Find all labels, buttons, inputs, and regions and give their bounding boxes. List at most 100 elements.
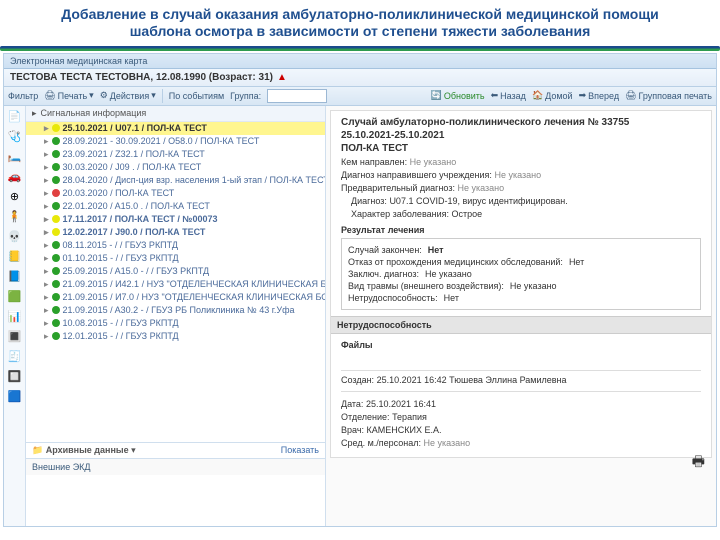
side-icon-bar: 📄 🩺 🛏️ 🚗 ⊕ 🧍 💀 📒 📘 🟩 📊 🔳 🧾 🔲 🟦 [4, 106, 26, 526]
tree-item-label: 01.10.2015 - / / ГБУЗ РКПТД [63, 253, 179, 263]
refresh-label: Обновить [444, 91, 485, 101]
status-dot-icon [52, 306, 60, 314]
tree-item-label: 28.04.2020 / Дисп-ция взр. населения 1-ы… [63, 175, 325, 185]
tree-item[interactable]: ▸21.09.2015 / И42.1 / НУЗ "ОТДЕЛЕНЧЕСКАЯ… [26, 278, 325, 291]
expand-icon: ▸ [44, 240, 49, 251]
diag-ref-value: Не указано [494, 170, 541, 180]
show-link[interactable]: Показать [281, 445, 319, 456]
case-title-3: ПОЛ-КА ТЕСТ [341, 143, 701, 154]
tree-list: ▸25.10.2021 / U07.1 / ПОЛ-КА ТЕСТ▸28.09.… [26, 122, 325, 343]
doctor-label: Врач: [341, 425, 364, 435]
forward-button[interactable]: ➡ Вперед [579, 90, 620, 101]
expand-icon: ▸ [44, 292, 49, 303]
tree-item[interactable]: ▸25.10.2021 / U07.1 / ПОЛ-КА ТЕСТ [26, 122, 325, 135]
tree-item-label: 21.09.2015 / И42.1 / НУЗ "ОТДЕЛЕНЧЕСКАЯ … [63, 279, 325, 289]
tree-item[interactable]: ▸21.09.2015 / A30.2 - / ГБУЗ РБ Поликлин… [26, 304, 325, 317]
print-label: Печать [58, 91, 87, 101]
result-box: Случай закончен: Нет Отказ от прохождени… [341, 238, 701, 310]
tree-item[interactable]: ▸ 08.11.2015 - / / ГБУЗ РКПТД [26, 239, 325, 252]
tree-item[interactable]: ▸ 25.09.2015 / A15.0 - / / ГБУЗ РКПТД [26, 265, 325, 278]
back-button[interactable]: ⬅ Назад [491, 90, 526, 101]
tree-item[interactable]: ▸ 28.04.2020 / Дисп-ция взр. населения 1-… [26, 174, 325, 187]
status-dot-icon [52, 254, 60, 262]
trauma-label: Вид травмы (внешнего воздействия): [348, 281, 504, 291]
side-icon[interactable]: 🚗 [6, 168, 24, 186]
group-print-button[interactable]: 🖨 Групповая печать [625, 90, 712, 101]
expand-icon: ▸ [44, 266, 49, 277]
warning-icon: ▲ [277, 72, 287, 83]
doctor-value: КАМЕНСКИХ Е.А. [367, 425, 442, 435]
created-label: Создан: [341, 375, 374, 385]
side-icon[interactable]: ⊕ [6, 188, 24, 206]
tree-item-label: 25.10.2021 / U07.1 / ПОЛ-КА ТЕСТ [63, 123, 207, 133]
actions-button[interactable]: ⚙ Действия▾ [100, 90, 156, 101]
expand-icon: ▸ [44, 175, 49, 186]
side-icon[interactable]: 🧾 [6, 348, 24, 366]
status-dot-icon [52, 163, 60, 171]
printer-icon[interactable]: 🖶 [692, 451, 705, 475]
tree-item[interactable]: ▸28.09.2021 - 30.09.2021 / O58.0 / ПОЛ-К… [26, 135, 325, 148]
prediag-label: Предварительный диагноз: [341, 183, 455, 193]
tree-item[interactable]: ▸21.09.2015 / И7.0 / НУЗ "ОТДЕЛЕНЧЕСКАЯ … [26, 291, 325, 304]
tree-item[interactable]: ▸30.03.2020 / J09 . / ПОЛ-КА ТЕСТ [26, 161, 325, 174]
print-button[interactable]: 🖨 Печать▾ [44, 90, 93, 101]
side-icon[interactable]: 📄 [6, 108, 24, 126]
tree-item[interactable]: ▸12.02.2017 / J90.0 / ПОЛ-КА ТЕСТ [26, 226, 325, 239]
tree-item[interactable]: ▸17.11.2017 / ПОЛ-КА ТЕСТ / №00073 [26, 213, 325, 226]
filter-button[interactable]: Фильтр [8, 91, 38, 101]
trauma-value: Не указано [510, 281, 557, 291]
divider-bar [0, 46, 720, 51]
tree-item[interactable]: ▸23.09.2021 / Z32.1 / ПОЛ-КА ТЕСТ [26, 148, 325, 161]
home-label: Домой [545, 91, 572, 101]
expand-icon: ▸ [44, 214, 49, 225]
tree-item[interactable]: ▸22.01.2020 / A15.0 . / ПОЛ-КА ТЕСТ [26, 200, 325, 213]
side-icon[interactable]: 📘 [6, 268, 24, 286]
tree-item-label: 08.11.2015 - / / ГБУЗ РКПТД [63, 240, 178, 250]
side-icon[interactable]: 🟦 [6, 388, 24, 406]
group-dropdown[interactable] [267, 89, 327, 103]
dept-label: Отделение: [341, 412, 390, 422]
side-icon[interactable]: 🧍 [6, 208, 24, 226]
char-value: Острое [452, 209, 483, 219]
side-icon[interactable]: 🔲 [6, 368, 24, 386]
tree-item-label: 20.03.2020 / ПОЛ-КА ТЕСТ [63, 188, 175, 198]
tree-item-label: 23.09.2021 / Z32.1 / ПОЛ-КА ТЕСТ [63, 149, 205, 159]
disability-label: Нетрудоспособность: [348, 293, 438, 303]
side-icon[interactable]: 💀 [6, 228, 24, 246]
side-icon[interactable]: 🛏️ [6, 148, 24, 166]
app-header: Электронная медицинская карта [4, 54, 716, 69]
tree-item[interactable]: ▸12.01.2015 - / / ГБУЗ РКПТД [26, 330, 325, 343]
expand-icon: ▸ [44, 136, 49, 147]
tree-item[interactable]: ▸10.08.2015 - / / ГБУЗ РКПТД [26, 317, 325, 330]
status-dot-icon [52, 150, 60, 158]
tree-item-label: 25.09.2015 / A15.0 - / / ГБУЗ РКПТД [63, 266, 210, 276]
status-dot-icon [52, 202, 60, 210]
tree-heading[interactable]: ▸ Сигнальная информация [26, 106, 325, 122]
tree-heading-label: Сигнальная информация [41, 108, 147, 118]
forward-label: Вперед [588, 91, 619, 101]
side-icon[interactable]: 🟩 [6, 288, 24, 306]
kem-label: Кем направлен: [341, 157, 407, 167]
external-row[interactable]: Внешние ЭКД [26, 458, 325, 475]
status-dot-icon [52, 137, 60, 145]
by-events-button[interactable]: По событиям [169, 91, 224, 101]
tree-item[interactable]: ▸01.10.2015 - / / ГБУЗ РКПТД [26, 252, 325, 265]
home-button[interactable]: 🏠 Домой [532, 90, 573, 101]
side-icon[interactable]: 📒 [6, 248, 24, 266]
files-heading: Файлы [341, 340, 701, 350]
tree-item-label: 22.01.2020 / A15.0 . / ПОЛ-КА ТЕСТ [63, 201, 210, 211]
side-icon[interactable]: 🔳 [6, 328, 24, 346]
expand-icon: ▸ [32, 108, 37, 119]
disability-heading[interactable]: Нетрудоспособность [331, 316, 711, 334]
refresh-button[interactable]: 🔄 Обновить [431, 90, 485, 101]
expand-icon: ▸ [44, 305, 49, 316]
patient-bar: ТЕСТОВА ТЕСТА ТЕСТОВНА, 12.08.1990 (Возр… [4, 69, 716, 87]
archive-row[interactable]: 📁 Архивные данные ▾ Показать [26, 442, 325, 458]
status-dot-icon [52, 189, 60, 197]
tree-item[interactable]: ▸20.03.2020 / ПОЛ-КА ТЕСТ [26, 187, 325, 200]
side-icon[interactable]: 🩺 [6, 128, 24, 146]
side-icon[interactable]: 📊 [6, 308, 24, 326]
status-dot-icon [52, 293, 60, 301]
status-dot-icon [52, 267, 60, 275]
expand-icon: ▸ [44, 162, 49, 173]
